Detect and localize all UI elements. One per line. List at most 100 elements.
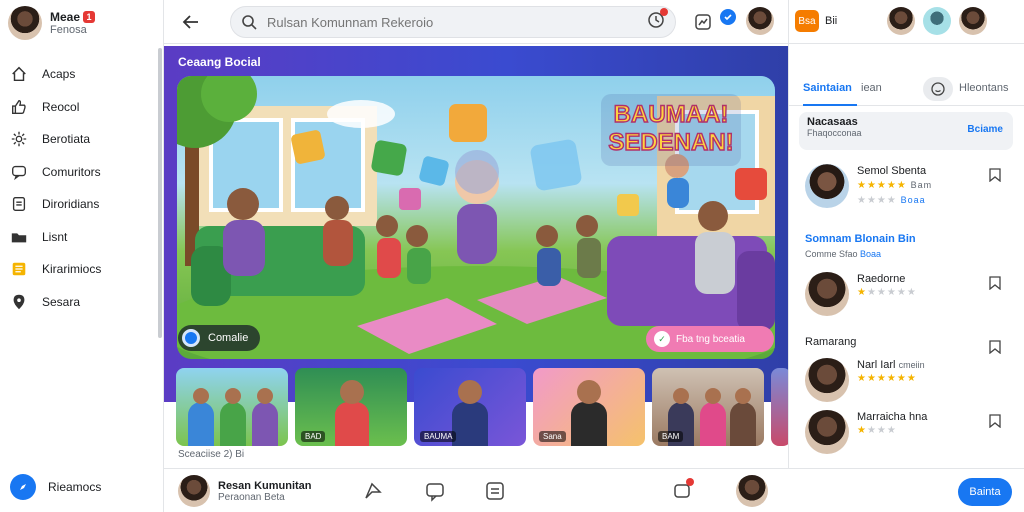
profile-avatar[interactable]: [8, 6, 42, 40]
sidebar-item-kirarimiocs[interactable]: Kirarimiocs: [10, 253, 160, 286]
sidebar-nav: Acaps Reocol Berotiata Comuritors Dirori…: [10, 58, 160, 318]
main-content: Ceaang Bocial BAUMAA! SEDENAN! Comalie ✓…: [164, 44, 788, 468]
sidebar-item-label: Rieamocs: [48, 480, 102, 494]
notes-icon: [12, 262, 26, 276]
sidebar-item-sesara[interactable]: Sesara: [10, 286, 160, 319]
thumbnail-card[interactable]: BAM: [652, 368, 764, 446]
sidebar-item-label: Kirarimiocs: [42, 262, 102, 277]
member-avatar[interactable]: [805, 358, 849, 402]
info-box-action[interactable]: Bciame: [967, 124, 1003, 135]
document-icon: [12, 197, 26, 212]
list-icon[interactable]: [484, 480, 506, 502]
member-name: Narl Iarl: [857, 359, 896, 371]
member-meta: cmeiin: [898, 360, 925, 370]
gear-icon: [11, 132, 27, 147]
check-icon: ✓: [654, 331, 670, 347]
hero-image[interactable]: BAUMAA! SEDENAN!: [177, 76, 775, 359]
bookmark-icon[interactable]: [989, 276, 1001, 290]
member-name: Marraicha hna: [857, 411, 928, 423]
timer-icon[interactable]: [647, 7, 668, 34]
location-icon: [13, 294, 25, 309]
search-input[interactable]: [267, 14, 637, 30]
banner-text-1: BAUMAA!: [614, 101, 729, 128]
bookmark-icon[interactable]: [989, 168, 1001, 182]
thumb-up-icon: [12, 99, 26, 114]
sidebar-item-lisnt[interactable]: Lisnt: [10, 221, 160, 254]
bookmark-icon[interactable]: [989, 414, 1001, 428]
thumbnail-label: BAM: [658, 431, 684, 442]
member-meta: Bam: [910, 180, 933, 190]
app-logo[interactable]: Bsa: [795, 10, 819, 32]
emoji-icon[interactable]: [923, 77, 953, 101]
thumbnail-label: Sana: [539, 431, 566, 442]
sidebar-item-diroridians[interactable]: Diroridians: [10, 188, 160, 221]
member-row[interactable]: Narl Iarl cmeiin ★★★★★★: [805, 358, 925, 402]
member-link[interactable]: Boaa: [901, 195, 926, 205]
community-chip-label: Comalie: [208, 332, 249, 344]
timer-notification-dot: [660, 7, 668, 16]
comment-icon[interactable]: [424, 480, 446, 502]
member-row[interactable]: Semol Sbenta ★★★★★ Bam ★★★★ Boaa: [805, 164, 932, 208]
tab-third[interactable]: Hleontans: [959, 82, 1009, 94]
member-row[interactable]: Marraicha hna ★★★★: [805, 410, 927, 454]
thumbnail-card[interactable]: [176, 368, 288, 446]
account-avatar[interactable]: [959, 7, 987, 35]
left-sidebar: Meae 1 Fenosa Acaps Reocol Berotiata Comu…: [0, 0, 164, 512]
sidebar-item-berotiata[interactable]: Berotiata: [10, 123, 160, 156]
sidebar-item-label: Berotiata: [42, 132, 91, 147]
right-top-chip: Bii: [825, 15, 838, 27]
sidebar-item-acaps[interactable]: Acaps: [10, 58, 160, 91]
banner-text-2: SEDENAN!: [608, 129, 733, 156]
viewer-avatar[interactable]: [736, 475, 768, 507]
thumbnail-card[interactable]: BAUMA: [414, 368, 526, 446]
community-chip[interactable]: Comalie: [178, 325, 261, 351]
back-arrow-icon[interactable]: [180, 11, 202, 33]
composer-user[interactable]: Resan Kumunitan Peraonan Beta: [178, 475, 312, 507]
thumbnail-card[interactable]: [771, 368, 788, 446]
active-tab-indicator: [803, 104, 857, 106]
member-name: Raedorne: [857, 273, 906, 285]
member-avatar[interactable]: [805, 164, 849, 208]
section-heading: Somnam Blonain: [805, 233, 895, 245]
thumbnail-strip: BAD BAUMA Sana BAM: [176, 368, 788, 446]
sidebar-item-comuritors[interactable]: Comuritors: [10, 156, 160, 189]
bookmark-icon[interactable]: [989, 340, 1001, 354]
member-avatar[interactable]: [805, 272, 849, 316]
sidebar-item-reocol[interactable]: Reocol: [10, 91, 160, 124]
friend-avatar[interactable]: [887, 7, 915, 35]
community-icon: [182, 329, 200, 347]
sidebar-item-label: Sesara: [42, 294, 81, 309]
member-name: Semol Sbenta: [857, 165, 927, 177]
profile-header[interactable]: Meae 1 Fenosa: [8, 6, 96, 40]
member-row[interactable]: Raedorne ★★★★★★: [805, 272, 917, 316]
sidebar-scrollbar[interactable]: [158, 48, 162, 338]
panel-tabs: Saintaian iean Hleontans: [789, 74, 1024, 106]
home-icon: [12, 66, 26, 82]
composer-subtitle: Peraonan Beta: [218, 491, 285, 503]
feature-card: Ceaang Bocial BAUMAA! SEDENAN! Comalie ✓…: [164, 46, 788, 402]
compass-icon: [10, 474, 36, 500]
composer-avatar[interactable]: [178, 475, 210, 507]
thumbnail-label: BAUMA: [420, 431, 457, 442]
thumbnail-card[interactable]: BAD: [295, 368, 407, 446]
section-link[interactable]: Boaa: [860, 249, 881, 259]
share-icon[interactable]: [362, 480, 384, 502]
post-button[interactable]: Bainta: [958, 478, 1012, 506]
message-icon[interactable]: [923, 7, 951, 35]
top-avatar[interactable]: [746, 7, 774, 35]
thumbnail-card[interactable]: Sana: [533, 368, 645, 446]
tab-members[interactable]: Saintaian: [803, 82, 852, 94]
folder-icon: [11, 233, 27, 243]
notification-badge: 1: [83, 11, 96, 24]
right-top-bar: Bsa Bii: [788, 0, 1024, 44]
sidebar-item-rieamocs[interactable]: Rieamocs: [10, 474, 101, 500]
notification-icon[interactable]: [672, 478, 694, 500]
thumbnail-label: BAD: [301, 431, 326, 442]
chart-icon[interactable]: [690, 9, 716, 35]
member-avatar[interactable]: [805, 410, 849, 454]
tab-second[interactable]: iean: [861, 82, 882, 94]
section-title: Ceaang Bocial: [178, 55, 261, 69]
rating-stars: ★★★★★★: [857, 373, 917, 384]
search-bar[interactable]: [230, 6, 676, 38]
join-button[interactable]: ✓ Fba tng bceatia: [646, 326, 774, 352]
